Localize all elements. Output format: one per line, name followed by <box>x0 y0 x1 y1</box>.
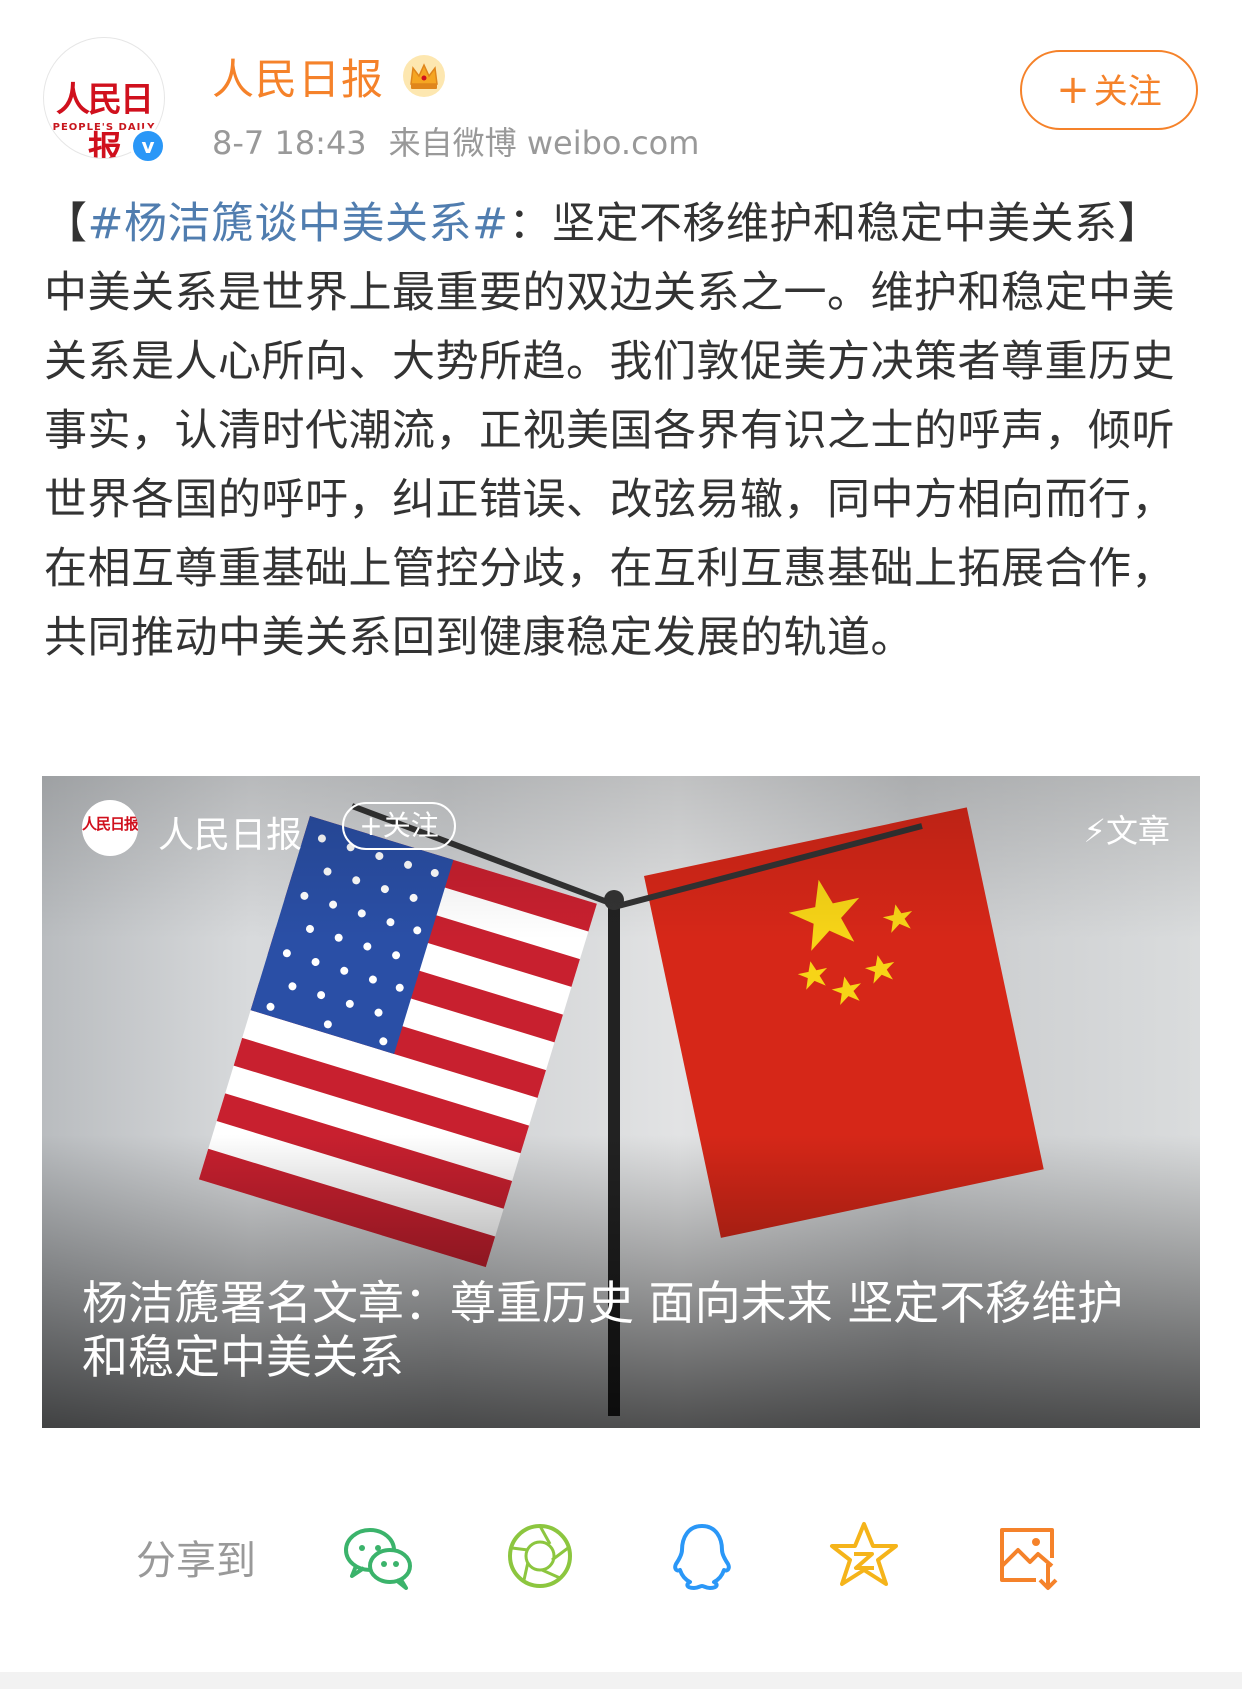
follow-button[interactable]: + 关注 <box>1020 50 1198 130</box>
share-label: 分享到 <box>136 1538 256 1584</box>
hashtag-link[interactable]: #杨洁篪谈中美关系# <box>88 199 509 249</box>
crown-icon <box>403 55 445 97</box>
post-meta: 8-7 18:43 来自微博 weibo.com <box>212 118 721 164</box>
user-name[interactable]: 人民日报 <box>212 46 384 107</box>
bottom-divider <box>0 1672 1242 1689</box>
post-header: 人民日报 PEOPLE'S DAILY v 人民日报 8-7 18:43 来自微博… <box>0 0 1242 170</box>
qq-icon[interactable] <box>664 1518 740 1594</box>
qzone-icon[interactable] <box>826 1518 902 1594</box>
article-title[interactable]: 杨洁篪署名文章：尊重历史 面向未来 坚定不移维护和稳定中美关系 <box>82 1276 1162 1384</box>
post-body: ：坚定不移维护和稳定中美关系】中美关系是世界上最重要的双边关系之一。维护和稳定中… <box>44 199 1175 663</box>
save-image-icon[interactable] <box>990 1518 1066 1594</box>
article-type: ⚡文章 <box>1084 806 1170 852</box>
post-source[interactable]: 来自微博 weibo.com <box>389 124 700 162</box>
verified-badge-icon: v <box>130 128 166 164</box>
card-avatar[interactable]: 人民日报 <box>82 800 138 856</box>
open-bracket: 【 <box>44 199 88 249</box>
article-type-label: 文章 <box>1105 812 1170 850</box>
share-bar: 分享到 <box>0 1500 1242 1610</box>
card-follow-button[interactable]: +关注 <box>342 802 456 850</box>
lightning-icon: ⚡ <box>1083 812 1106 850</box>
plus-icon: + <box>1056 67 1090 113</box>
card-avatar-logo: 人民日报 <box>82 815 138 833</box>
article-card[interactable]: 人民日报 人民日报 +关注 ⚡文章 杨洁篪署名文章：尊重历史 面向未来 坚定不移… <box>42 776 1200 1428</box>
post-text: 【#杨洁篪谈中美关系#：坚定不移维护和稳定中美关系】中美关系是世界上最重要的双边… <box>44 190 1194 673</box>
card-user-name[interactable]: 人民日报 <box>158 806 302 858</box>
post-time: 8-7 18:43 <box>212 124 367 162</box>
moments-icon[interactable] <box>502 1518 578 1594</box>
follow-label: 关注 <box>1093 72 1162 112</box>
wechat-icon[interactable] <box>340 1518 416 1594</box>
